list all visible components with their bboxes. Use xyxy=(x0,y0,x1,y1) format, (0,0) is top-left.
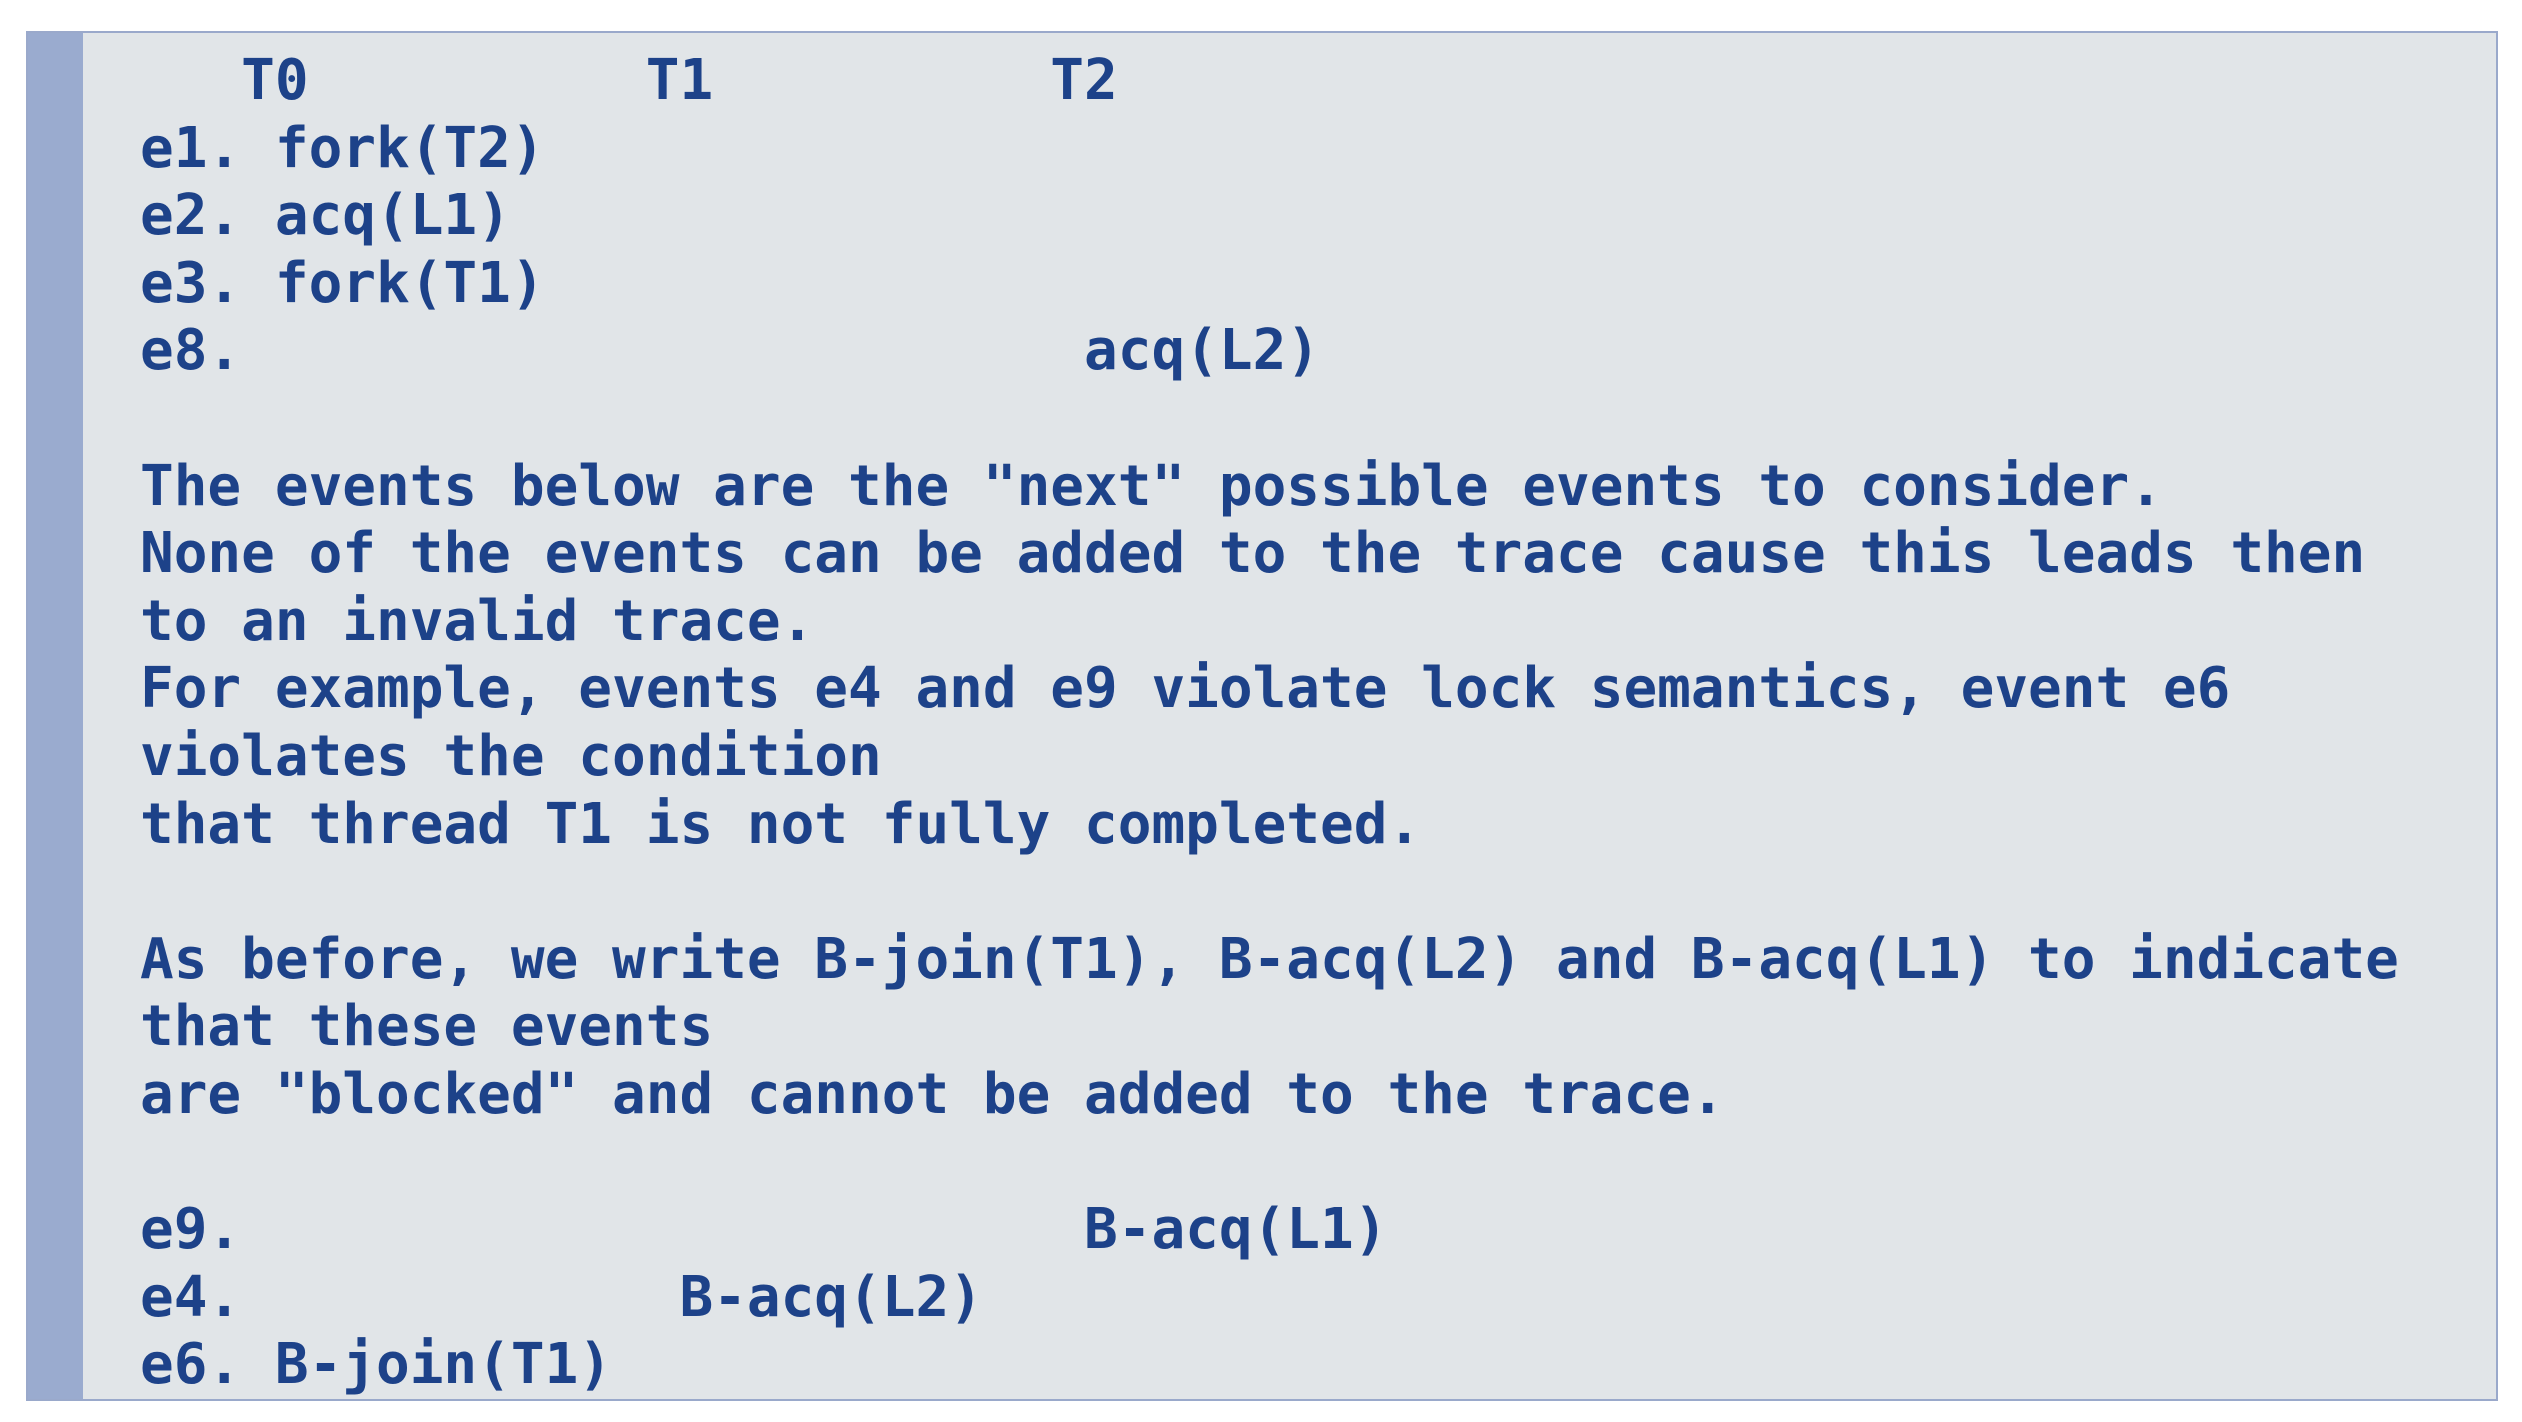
code-block: T0 T1 T2 e1. fork(T2) e2. acq(L1) e3. fork(… xyxy=(26,31,2498,1401)
code-line: that these events xyxy=(140,994,714,1060)
code-line: that thread T1 is not fully completed. xyxy=(140,791,1422,857)
code-line: For example, events e4 and e9 violate lo… xyxy=(140,656,2231,722)
code-line: e3. fork(T1) xyxy=(140,250,545,316)
code-line: e4. B-acq(L2) xyxy=(140,1264,983,1330)
code-line: The events below are the "next" possible… xyxy=(140,453,2163,519)
code-line: are "blocked" and cannot be added to the… xyxy=(140,1061,1725,1127)
code-line: violates the condition xyxy=(140,723,882,789)
code-line: e1. fork(T2) xyxy=(140,115,545,181)
code-line: e8. acq(L2) xyxy=(140,318,1321,384)
code-line: T0 T1 T2 xyxy=(140,48,1118,113)
accent-bar xyxy=(28,33,83,1399)
code-line: e2. acq(L1) xyxy=(140,183,511,249)
code-line: As before, we write B-join(T1), B-acq(L2… xyxy=(140,926,2399,992)
code-line: e6. B-join(T1) xyxy=(140,1332,613,1398)
code-line: None of the events can be added to the t… xyxy=(140,521,2366,587)
code-text: T0 T1 T2 e1. fork(T2) e2. acq(L1) e3. fork(… xyxy=(140,47,2399,1399)
code-line: e9. B-acq(L1) xyxy=(140,1197,1388,1263)
code-line: to an invalid trace. xyxy=(140,588,815,654)
